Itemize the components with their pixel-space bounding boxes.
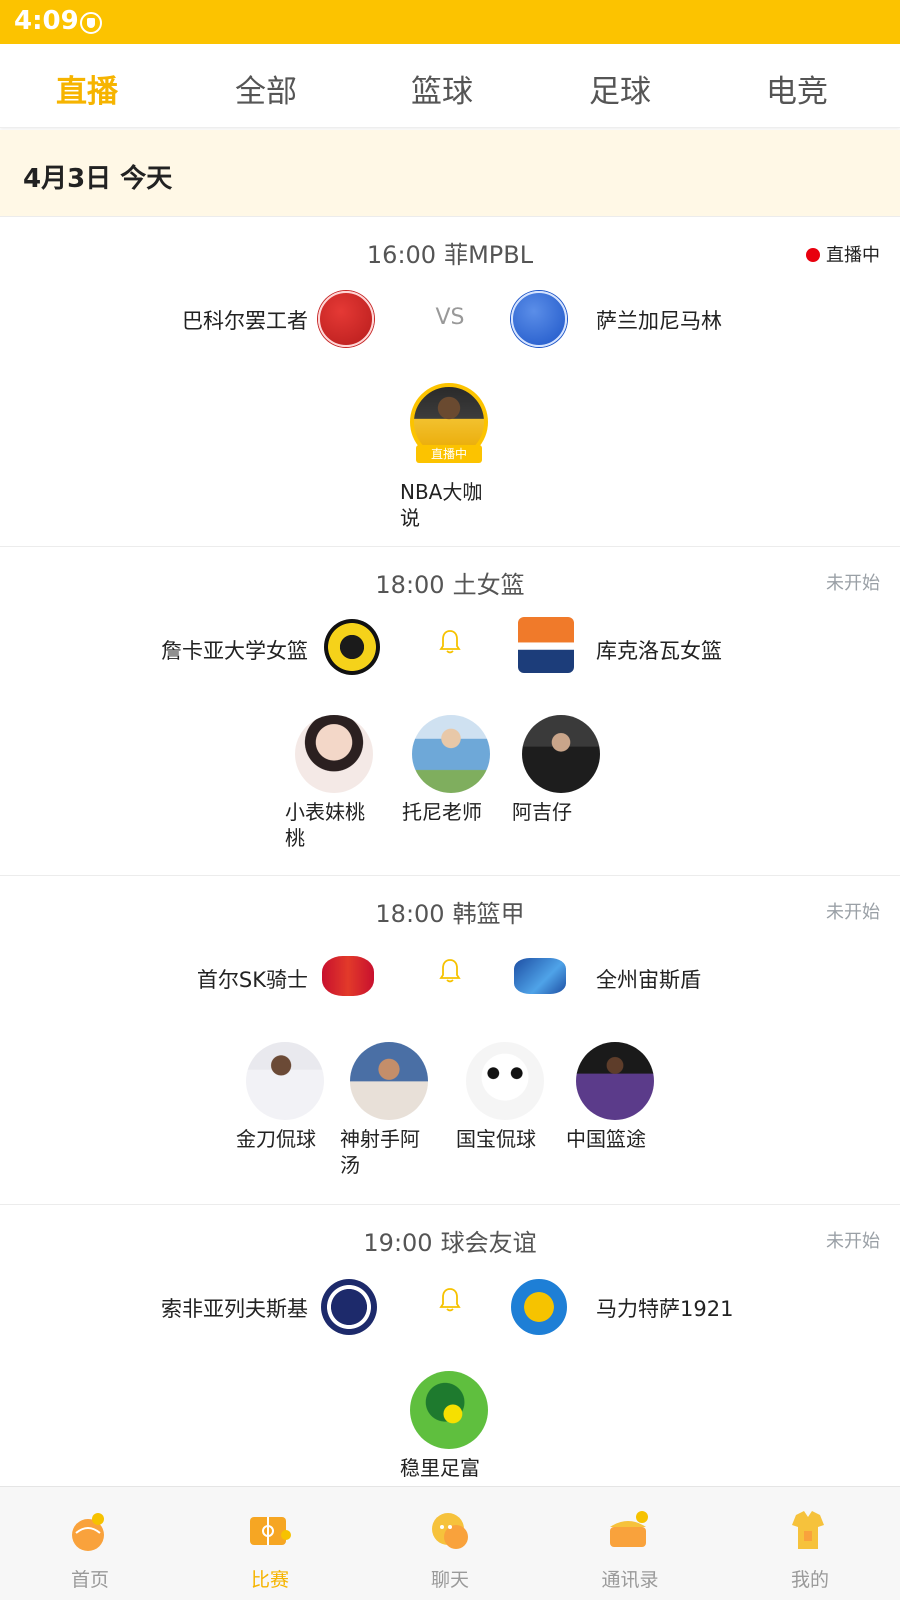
match-title: 19:00 球会友谊 bbox=[0, 1223, 900, 1258]
match-status: 直播中 bbox=[826, 245, 880, 266]
nav-contacts[interactable]: 通讯录 bbox=[540, 1487, 720, 1600]
away-team-logo bbox=[514, 958, 566, 994]
match-league: 菲MPBL bbox=[444, 241, 534, 269]
home-team-logo bbox=[322, 956, 374, 996]
host-name: 中国篮途 bbox=[566, 1127, 646, 1151]
host-avatar bbox=[295, 715, 373, 793]
away-team-name: 萨兰加尼马林 bbox=[596, 309, 722, 333]
bell-icon[interactable] bbox=[439, 1287, 461, 1313]
nav-label: 聊天 bbox=[430, 1569, 469, 1591]
match-title: 18:00 韩篮甲 bbox=[0, 894, 900, 929]
live-badge: 直播中 bbox=[416, 445, 482, 463]
match-card[interactable]: 18:00 韩篮甲 未开始 首尔SK骑士 全州宙斯盾 金刀侃球 神射手阿汤 国宝侃… bbox=[0, 875, 900, 1205]
match-status: 未开始 bbox=[826, 902, 880, 923]
home-team-logo bbox=[321, 1279, 377, 1335]
tab-live[interactable]: 直播 bbox=[56, 66, 118, 111]
away-team-logo bbox=[511, 291, 567, 347]
host-avatar bbox=[412, 715, 490, 793]
nav-label: 首页 bbox=[70, 1569, 109, 1591]
host-avatar bbox=[410, 1371, 488, 1449]
live-dot-icon bbox=[806, 248, 820, 262]
away-team-logo bbox=[511, 1279, 567, 1335]
nav-profile[interactable]: 我的 bbox=[720, 1487, 900, 1600]
host-avatar bbox=[246, 1042, 324, 1120]
tab-all[interactable]: 全部 bbox=[235, 66, 297, 111]
match-icon bbox=[250, 1517, 291, 1545]
host-name: NBA大咖说 bbox=[400, 480, 483, 530]
home-team-logo bbox=[324, 619, 380, 675]
host-avatar bbox=[350, 1042, 428, 1120]
match-time: 19:00 bbox=[363, 1229, 433, 1257]
vs-label: VS bbox=[435, 305, 465, 330]
contacts-icon bbox=[610, 1511, 648, 1547]
match-league: 球会友谊 bbox=[440, 1229, 537, 1257]
category-tabs: 直播 全部 篮球 足球 电竞 bbox=[0, 44, 900, 128]
live-status: 直播中 bbox=[806, 241, 880, 267]
away-team-logo bbox=[518, 617, 574, 673]
host-avatar bbox=[466, 1042, 544, 1120]
home-team-name: 詹卡亚大学女篮 bbox=[161, 639, 308, 663]
host-name: 神射手阿汤 bbox=[340, 1127, 420, 1177]
host-name: 小表妹桃桃 bbox=[285, 800, 365, 850]
match-card[interactable]: 18:00 土女篮 未开始 詹卡亚大学女篮 库克洛瓦女篮 小表妹桃桃 托尼老师 阿… bbox=[0, 546, 900, 876]
nav-label: 通讯录 bbox=[601, 1569, 659, 1591]
match-title: 16:00 菲MPBL bbox=[0, 235, 900, 270]
away-team-name: 全州宙斯盾 bbox=[596, 968, 701, 992]
tab-football[interactable]: 足球 bbox=[589, 66, 651, 111]
tab-esports[interactable]: 电竞 bbox=[766, 66, 828, 111]
nav-chat[interactable]: 聊天 bbox=[360, 1487, 540, 1600]
host-avatar bbox=[576, 1042, 654, 1120]
status-time: 4:09 bbox=[14, 6, 79, 36]
nav-match[interactable]: 比赛 bbox=[180, 1487, 360, 1600]
shield-icon bbox=[80, 12, 102, 34]
home-icon bbox=[72, 1513, 104, 1551]
match-status: 未开始 bbox=[826, 1231, 880, 1252]
bell-icon[interactable] bbox=[439, 629, 461, 655]
host-name: 金刀侃球 bbox=[236, 1127, 316, 1151]
date-header: 4月3日 今天 bbox=[0, 130, 900, 216]
match-card[interactable]: 16:00 菲MPBL 直播中 巴科尔罢工者 VS 萨兰加尼马林 直播中 NBA大… bbox=[0, 216, 900, 546]
host-avatar bbox=[522, 715, 600, 793]
nav-label: 我的 bbox=[790, 1569, 829, 1591]
host-name: 稳里足富 bbox=[400, 1456, 480, 1480]
bottom-nav: 首页 比赛 聊天 通讯录 我的 bbox=[0, 1486, 900, 1600]
match-card[interactable]: 19:00 球会友谊 未开始 索非亚列夫斯基 马力特萨1921 稳里足富 bbox=[0, 1204, 900, 1486]
bell-icon[interactable] bbox=[439, 958, 461, 984]
host-name: 阿吉仔 bbox=[512, 800, 572, 824]
match-league: 土女篮 bbox=[452, 571, 525, 599]
profile-icon bbox=[792, 1511, 824, 1549]
match-time: 18:00 bbox=[375, 900, 445, 928]
chat-icon bbox=[432, 1513, 468, 1549]
status-bar: 4:09 bbox=[0, 0, 900, 44]
nav-label: 比赛 bbox=[250, 1569, 289, 1591]
home-team-name: 首尔SK骑士 bbox=[196, 968, 308, 992]
host-name: 国宝侃球 bbox=[456, 1127, 536, 1151]
home-team-name: 索非亚列夫斯基 bbox=[161, 1297, 308, 1321]
match-status: 未开始 bbox=[826, 573, 880, 594]
date-text: 4月3日 今天 bbox=[23, 164, 173, 194]
away-team-name: 马力特萨1921 bbox=[596, 1297, 734, 1321]
nav-home[interactable]: 首页 bbox=[0, 1487, 180, 1600]
away-team-name: 库克洛瓦女篮 bbox=[596, 639, 722, 663]
match-league: 韩篮甲 bbox=[452, 900, 525, 928]
match-time: 16:00 bbox=[366, 241, 437, 269]
match-title: 18:00 土女篮 bbox=[0, 565, 900, 600]
tab-basketball[interactable]: 篮球 bbox=[411, 66, 473, 111]
match-time: 18:00 bbox=[375, 571, 445, 599]
host-name: 托尼老师 bbox=[402, 800, 482, 824]
